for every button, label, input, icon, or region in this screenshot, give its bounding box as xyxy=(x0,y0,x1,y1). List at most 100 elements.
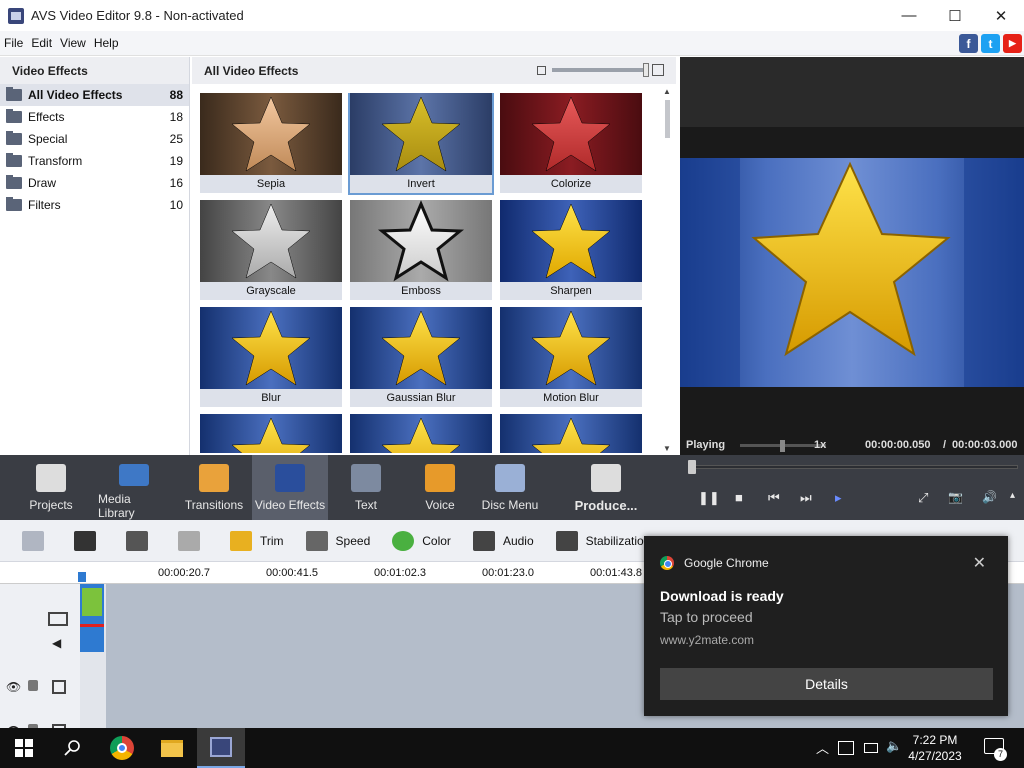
category-item[interactable]: Filters 10 xyxy=(0,194,189,216)
scroll-down-icon[interactable]: ▼ xyxy=(662,444,672,453)
total-time: 00:00:03.000 xyxy=(952,439,1018,451)
pause-button[interactable]: ❚❚ xyxy=(698,490,720,506)
gallery-scrollbar[interactable]: ▲ ▼ xyxy=(662,87,672,453)
lock-icon[interactable] xyxy=(28,680,38,691)
effect-tile[interactable]: Colorize xyxy=(500,93,642,193)
scroll-up-icon[interactable]: ▲ xyxy=(662,87,672,96)
toolbar-produce-button[interactable]: Produce... xyxy=(568,455,644,520)
effect-tile[interactable]: Sharpen xyxy=(500,200,642,300)
storyboard-icon xyxy=(22,530,44,551)
show-hidden-icons[interactable]: ︿ xyxy=(816,738,829,757)
effect-tile[interactable]: Grayscale xyxy=(200,200,342,300)
stop-button[interactable]: ■ xyxy=(735,490,743,505)
storyboard-tool[interactable] xyxy=(22,530,52,551)
category-count: 19 xyxy=(169,154,183,168)
snapshot-icon[interactable]: 📷 xyxy=(948,490,963,504)
video-track-icon xyxy=(48,612,68,626)
facebook-icon[interactable]: f xyxy=(959,34,978,53)
redo-icon xyxy=(178,530,200,551)
menu-edit[interactable]: Edit xyxy=(27,36,56,50)
effect-tile[interactable]: Sepia xyxy=(200,93,342,193)
category-item[interactable]: Effects 18 xyxy=(0,106,189,128)
toolbar-disc-menu-button[interactable]: Disc Menu xyxy=(480,455,540,520)
frame-step-icon[interactable]: ▸ xyxy=(835,490,842,506)
system-clock[interactable]: 7:22 PM 4/27/2023 xyxy=(906,732,964,764)
effect-tile[interactable]: Blur xyxy=(200,307,342,407)
stabilization-tool[interactable]: Stabilization xyxy=(555,530,651,551)
fullscreen-icon[interactable]: ⤢ xyxy=(918,490,928,506)
scroll-thumb[interactable] xyxy=(664,100,670,138)
category-label: All Video Effects xyxy=(28,88,123,102)
toolbar-transitions-button[interactable]: Transitions xyxy=(182,455,246,520)
close-button[interactable]: ✕ xyxy=(978,0,1024,31)
timeline-video-clip[interactable] xyxy=(80,584,104,652)
clock-date: 4/27/2023 xyxy=(908,749,962,763)
playhead-marker[interactable] xyxy=(78,572,86,582)
mute-icon[interactable]: ◀ xyxy=(52,636,61,650)
zoom-slider-thumb[interactable] xyxy=(643,63,649,77)
seek-thumb[interactable] xyxy=(688,460,696,474)
effect-tile[interactable]: Motion Blur xyxy=(500,307,642,407)
category-count: 10 xyxy=(169,198,183,212)
toolbar-media-library-button[interactable]: Media Library xyxy=(98,455,170,520)
menu-help[interactable]: Help xyxy=(90,36,123,50)
twitter-icon[interactable]: t xyxy=(981,34,1000,53)
chrome-notification[interactable]: Google Chrome ✕ Download is ready Tap to… xyxy=(644,536,1008,716)
undo-tool[interactable] xyxy=(126,530,156,551)
speed-tool[interactable]: Speed xyxy=(305,530,370,551)
category-item[interactable]: Draw 16 xyxy=(0,172,189,194)
toolbar-video-effects-button[interactable]: Video Effects xyxy=(252,455,328,520)
next-frame-button[interactable]: ⏭ xyxy=(800,490,812,506)
effect-tile[interactable] xyxy=(350,414,492,453)
minimize-button[interactable]: — xyxy=(886,0,932,31)
start-button[interactable] xyxy=(0,728,48,768)
effect-tile[interactable]: Invert xyxy=(348,93,494,195)
toolbar-label: Video Effects xyxy=(254,498,326,512)
thumbnail-size-slider[interactable] xyxy=(537,63,664,77)
volume-menu-icon[interactable]: ▴ xyxy=(1010,490,1015,501)
toolbar-projects-button[interactable]: Projects xyxy=(20,455,82,520)
film-strip-icon xyxy=(119,464,149,486)
effect-tile[interactable] xyxy=(200,414,342,453)
visibility-eye-icon[interactable]: 👁 xyxy=(6,680,21,694)
effect-thumbnail xyxy=(500,307,642,389)
category-item[interactable]: Special 25 xyxy=(0,128,189,150)
search-button[interactable] xyxy=(48,728,96,768)
effect-tile[interactable]: Emboss xyxy=(350,200,492,300)
volume-icon[interactable]: 🔊 xyxy=(982,490,997,504)
notification-close-button[interactable]: ✕ xyxy=(973,553,986,573)
trim-tool[interactable]: Trim xyxy=(230,530,284,551)
taskbar-chrome[interactable] xyxy=(98,728,146,768)
time-separator: / xyxy=(943,439,947,451)
category-item[interactable]: All Video Effects 88 xyxy=(0,84,189,106)
youtube-icon[interactable]: ▶ xyxy=(1003,34,1022,53)
delete-x-tool[interactable] xyxy=(74,530,104,551)
redo-tool[interactable] xyxy=(178,530,208,551)
speed-slider-thumb[interactable] xyxy=(780,440,785,452)
defender-icon[interactable] xyxy=(838,741,854,755)
network-icon[interactable] xyxy=(864,743,878,753)
category-item[interactable]: Transform 19 xyxy=(0,150,189,172)
stabilization-icon xyxy=(555,530,578,551)
produce-clapper-icon xyxy=(591,464,621,492)
effect-thumbnail xyxy=(500,200,642,282)
maximize-button[interactable]: ☐ xyxy=(932,0,978,31)
toolbar-text-button[interactable]: Text xyxy=(340,455,392,520)
tool-label: Trim xyxy=(260,533,284,548)
details-button[interactable]: Details xyxy=(660,668,993,700)
audio-tool[interactable]: Audio xyxy=(472,530,534,551)
taskbar-file-explorer[interactable] xyxy=(148,728,196,768)
effect-tile[interactable] xyxy=(500,414,642,453)
color-tool[interactable]: Color xyxy=(392,530,451,551)
folder-icon xyxy=(6,153,22,167)
speaker-icon[interactable]: 🔈 xyxy=(886,738,902,754)
toolbar-voice-button[interactable]: Voice xyxy=(412,455,468,520)
previous-frame-button[interactable]: ⏮ xyxy=(768,490,780,506)
taskbar-avs-video-editor[interactable] xyxy=(197,728,245,768)
menu-file[interactable]: File xyxy=(0,36,27,50)
preview-seek-bar[interactable] xyxy=(688,460,1022,474)
tool-label: Stabilization xyxy=(585,533,651,548)
avs-app-icon xyxy=(210,737,232,757)
menu-view[interactable]: View xyxy=(56,36,90,50)
effect-tile[interactable]: Gaussian Blur xyxy=(350,307,492,407)
